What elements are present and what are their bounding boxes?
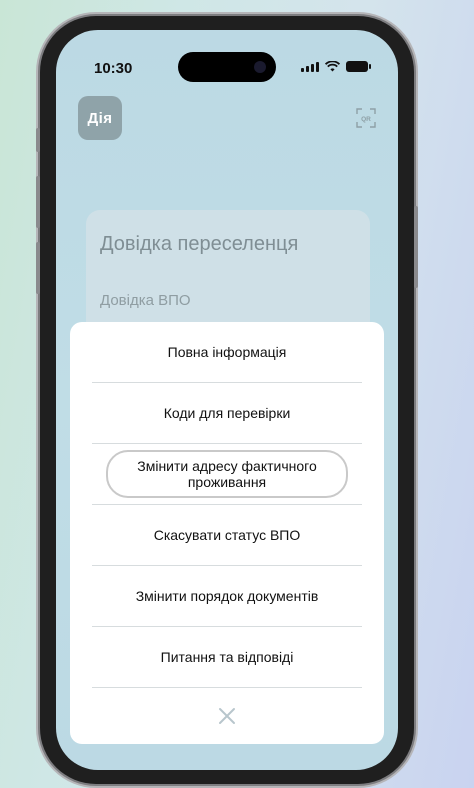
mute-switch — [36, 128, 40, 152]
diia-logo[interactable]: Дія — [78, 96, 122, 140]
divider — [92, 687, 362, 688]
status-icons — [301, 61, 371, 72]
status-time: 10:30 — [94, 60, 133, 77]
menu-item-verification-codes[interactable]: Коди для перевірки — [92, 383, 362, 443]
signal-icon — [301, 62, 319, 72]
qr-scan-icon[interactable]: QR — [356, 108, 376, 128]
battery-icon — [346, 61, 371, 72]
menu-item-full-info[interactable]: Повна інформація — [92, 322, 362, 382]
menu-item-reorder-documents[interactable]: Змінити порядок документів — [92, 566, 362, 626]
menu-item-label: Змінити адресу фактичного проживання — [106, 450, 348, 498]
wifi-icon — [325, 61, 340, 72]
phone-frame: 10:30 Дія QR Довідка переселенця Довідка… — [36, 16, 418, 784]
phone-screen: 10:30 Дія QR Довідка переселенця Довідка… — [56, 30, 398, 770]
close-icon[interactable] — [215, 704, 239, 728]
menu-item-faq[interactable]: Питання та відповіді — [92, 627, 362, 687]
menu-item-cancel-idp-status[interactable]: Скасувати статус ВПО — [92, 505, 362, 565]
volume-down-button — [36, 242, 40, 294]
menu-item-label: Питання та відповіді — [160, 649, 294, 665]
dynamic-island — [178, 52, 276, 82]
menu-item-label: Коди для перевірки — [163, 405, 291, 421]
actions-sheet: Повна інформація Коди для перевірки Змін… — [70, 322, 384, 744]
svg-text:QR: QR — [361, 116, 371, 123]
document-subtitle: Довідка ВПО — [100, 292, 191, 309]
menu-item-label: Скасувати статус ВПО — [153, 527, 301, 543]
power-button — [414, 206, 418, 288]
document-title: Довідка переселенця — [100, 233, 299, 255]
camera-icon — [254, 61, 266, 73]
menu-item-change-address[interactable]: Змінити адресу фактичного проживання — [92, 444, 362, 504]
menu-item-label: Змінити порядок документів — [135, 588, 319, 604]
volume-up-button — [36, 176, 40, 228]
menu-item-label: Повна інформація — [167, 344, 287, 360]
